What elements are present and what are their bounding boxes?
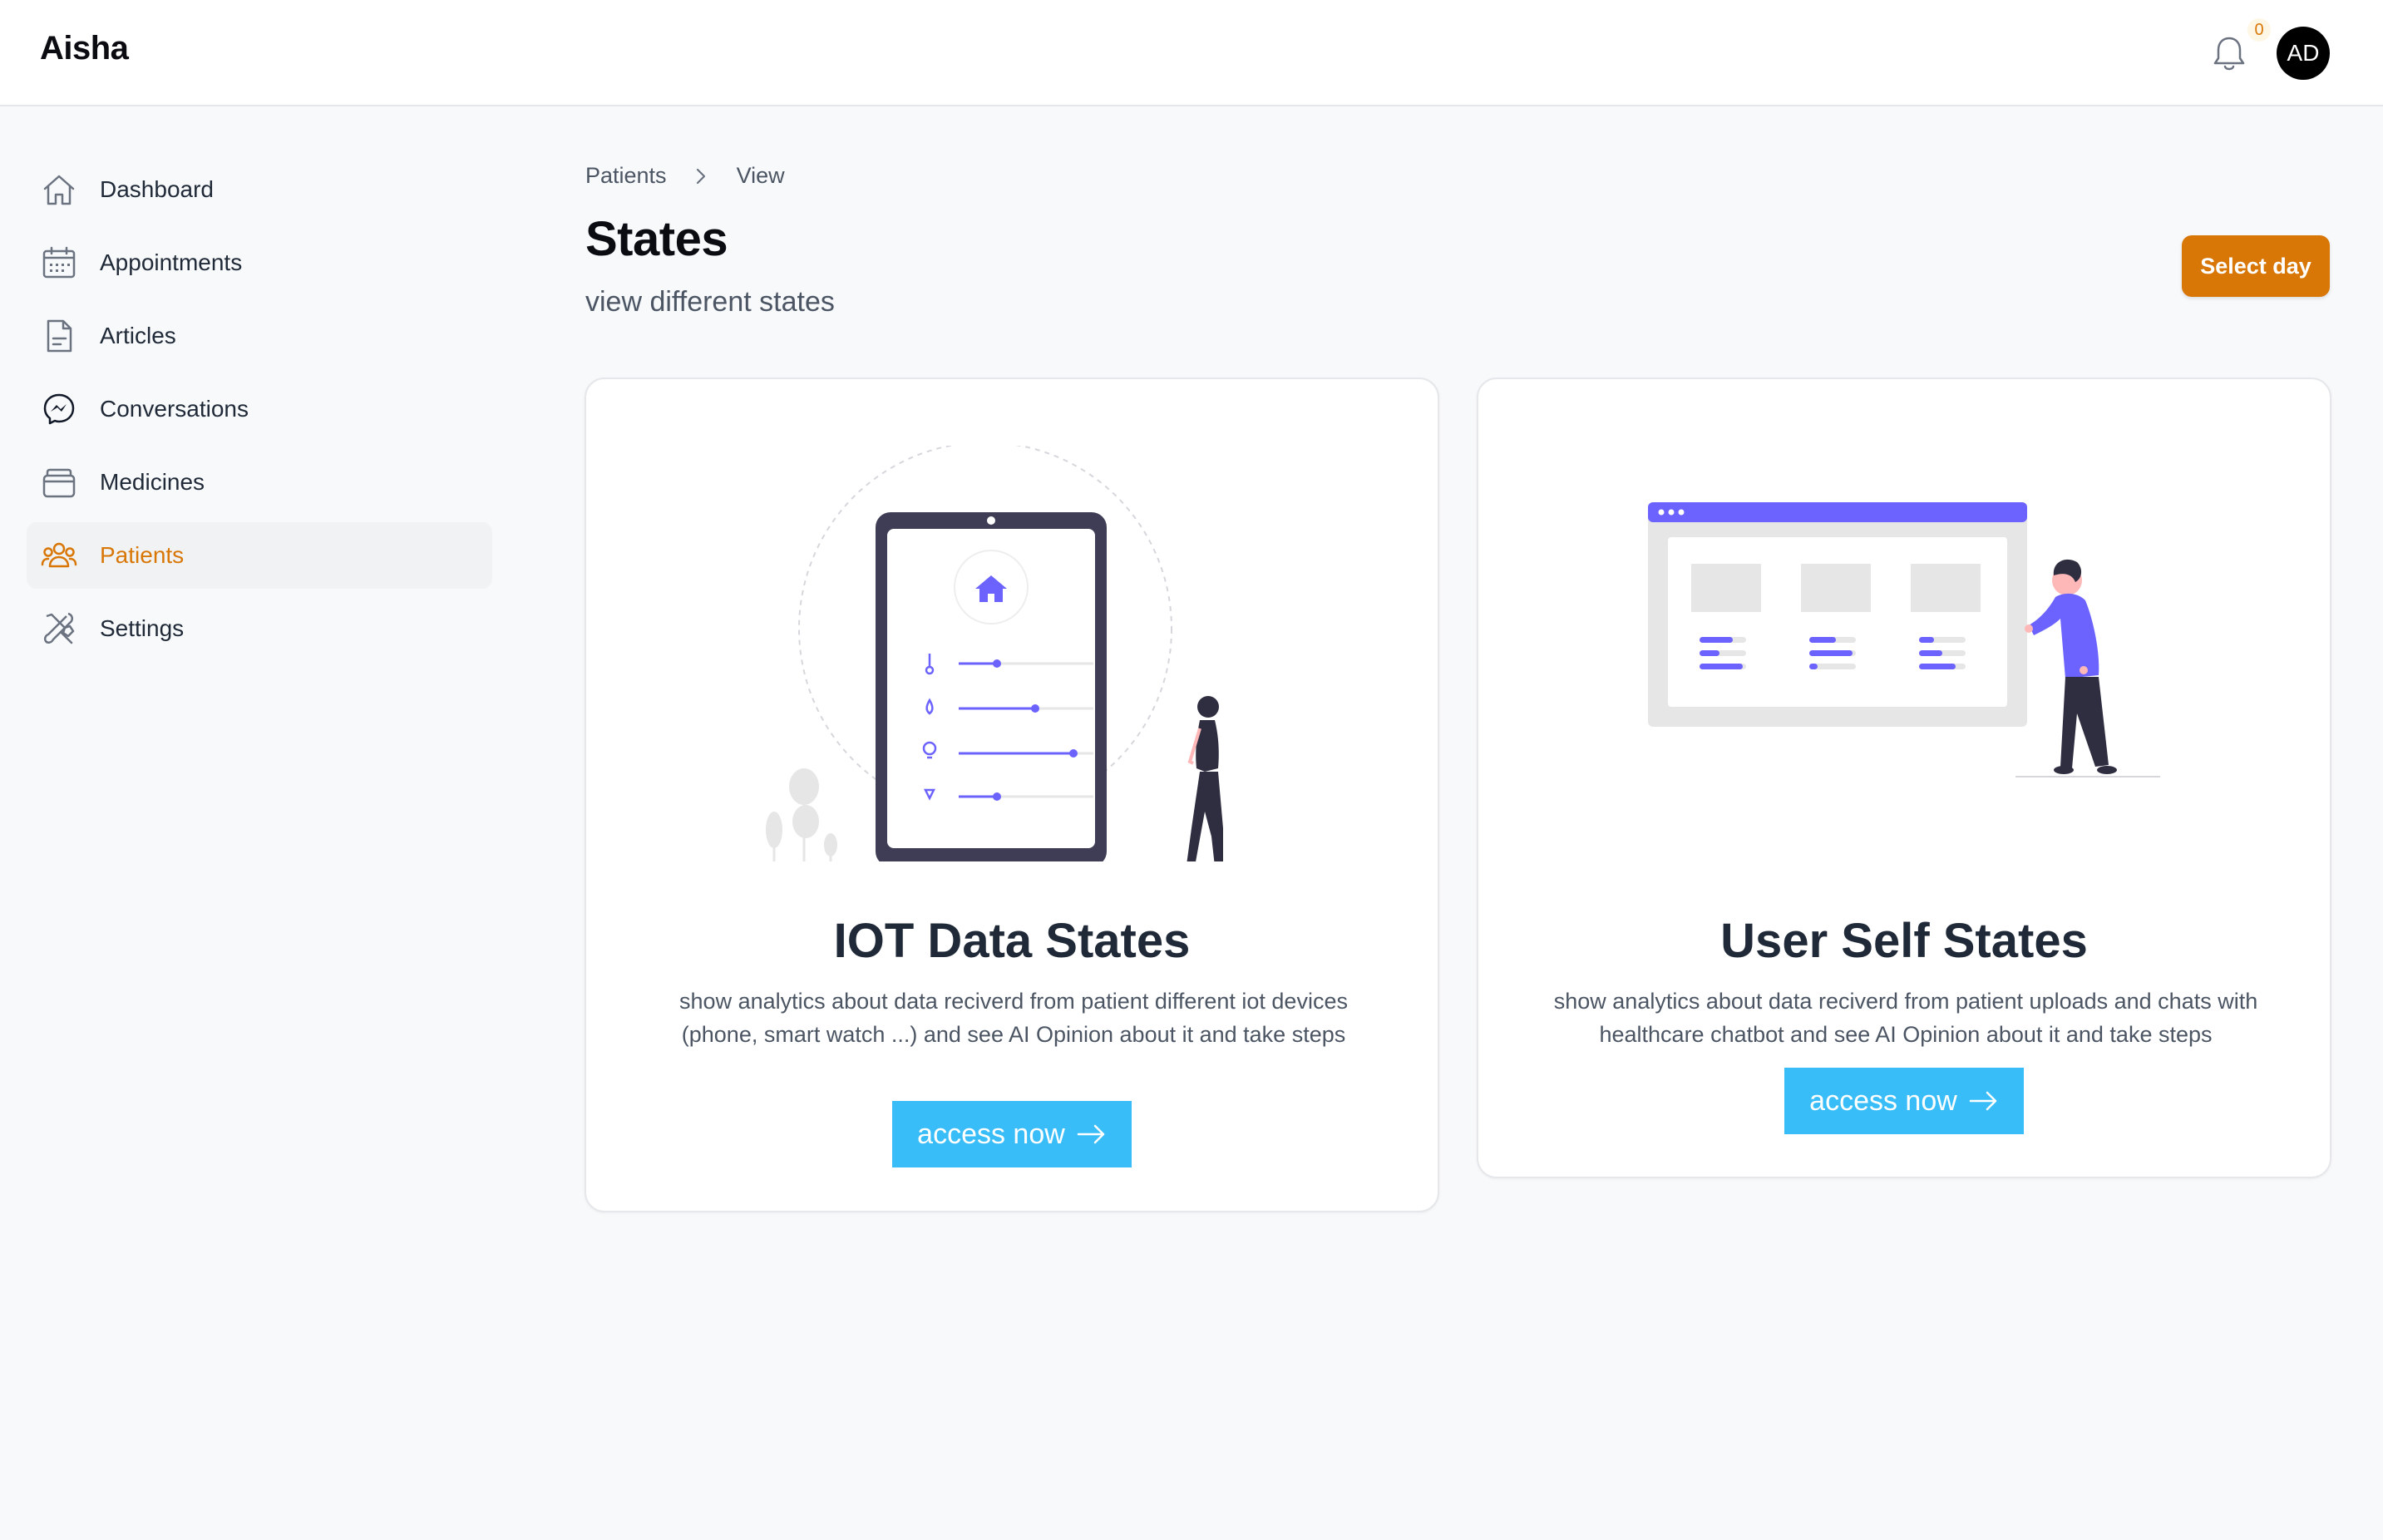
- sidebar-item-dashboard[interactable]: Dashboard: [27, 156, 492, 223]
- breadcrumb: Patients View: [585, 163, 785, 189]
- sidebar-item-label: Settings: [100, 615, 185, 641]
- sidebar: Dashboard Appointments Articles Conversa…: [27, 156, 492, 669]
- access-now-label: access now: [1809, 1084, 1957, 1117]
- page-subtitle: view different states: [585, 286, 835, 318]
- messenger-icon: [43, 393, 75, 425]
- iot-illustration: [766, 446, 1223, 861]
- breadcrumb-view: View: [736, 163, 785, 188]
- sidebar-item-appointments[interactable]: Appointments: [27, 230, 492, 296]
- user-self-access-now-button[interactable]: access now: [1784, 1068, 2024, 1134]
- sidebar-item-medicines[interactable]: Medicines: [27, 449, 492, 516]
- card-title: User Self States: [1720, 914, 2088, 968]
- sidebar-item-articles[interactable]: Articles: [27, 303, 492, 369]
- iot-states-card: IOT Data States show analytics about dat…: [585, 378, 1439, 1212]
- document-icon: [47, 319, 72, 353]
- select-day-button[interactable]: Select day: [2182, 235, 2330, 297]
- notification-badge: 0: [2247, 18, 2271, 42]
- card-description: show analytics about data reciverd from …: [1553, 989, 2258, 1047]
- access-now-label: access now: [917, 1118, 1065, 1150]
- chevron-right-icon: [696, 168, 705, 184]
- sidebar-item-conversations[interactable]: Conversations: [27, 376, 492, 442]
- sidebar-item-settings[interactable]: Settings: [27, 595, 492, 662]
- top-bar: Aisha 0 AD: [0, 0, 2383, 106]
- user-self-states-card: User Self States show analytics about da…: [1477, 378, 2331, 1178]
- page-title: States: [585, 212, 728, 266]
- sidebar-item-label: Appointments: [100, 249, 243, 275]
- card-title: IOT Data States: [833, 914, 1191, 968]
- sidebar-item-label: Medicines: [100, 469, 205, 495]
- calendar-icon: [42, 246, 76, 279]
- home-icon: [43, 175, 75, 205]
- sidebar-item-patients[interactable]: Patients: [27, 522, 492, 589]
- dashboard-illustration: [1648, 502, 2160, 777]
- users-icon: [41, 542, 77, 568]
- bell-icon[interactable]: [2210, 33, 2248, 73]
- avatar[interactable]: AD: [2277, 27, 2330, 80]
- iot-access-now-button[interactable]: access now: [892, 1101, 1132, 1167]
- sidebar-item-label: Patients: [100, 542, 185, 568]
- arrow-right-icon: [1969, 1091, 1997, 1111]
- breadcrumb-patients-link[interactable]: Patients: [585, 163, 667, 189]
- pillbox-icon: [42, 468, 76, 498]
- arrow-right-icon: [1077, 1124, 1105, 1144]
- card-description: show analytics about data reciverd from …: [679, 989, 1348, 1047]
- sidebar-item-label: Dashboard: [100, 176, 214, 202]
- tools-icon: [43, 612, 75, 644]
- sidebar-item-label: Conversations: [100, 396, 249, 422]
- sidebar-item-label: Articles: [100, 323, 176, 348]
- brand-logo[interactable]: Aisha: [40, 30, 129, 67]
